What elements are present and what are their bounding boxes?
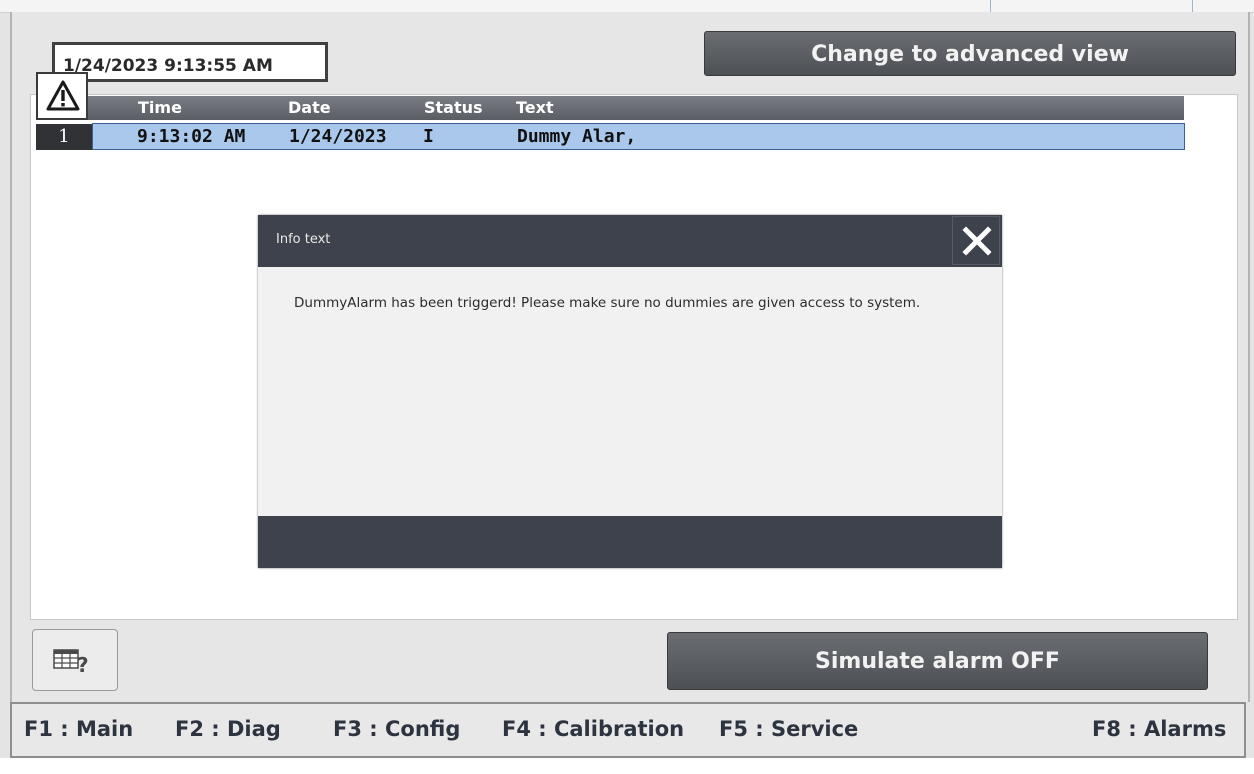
f5-service-key[interactable]: F5 : Service [719, 714, 858, 744]
close-button[interactable] [952, 216, 1000, 265]
f3-config-key[interactable]: F3 : Config [333, 714, 460, 744]
alarm-date: 1/24/2023 [289, 126, 387, 147]
table-row[interactable]: 9:13:02 AM 1/24/2023 I Dummy Alar, [92, 123, 1185, 150]
datetime-display: 1/24/2023 9:13:55 AM [52, 42, 328, 82]
warning-triangle-icon [36, 72, 88, 120]
close-icon [962, 226, 992, 256]
column-header-time[interactable]: Time [138, 96, 182, 120]
column-header-date[interactable]: Date [288, 96, 331, 120]
svg-text:?: ? [77, 653, 89, 676]
table-help-icon: ? [53, 649, 89, 676]
alarm-time: 9:13:02 AM [137, 126, 246, 147]
f2-diag-key[interactable]: F2 : Diag [175, 714, 281, 744]
dialog-title: Info text [276, 232, 331, 247]
f1-main-key[interactable]: F1 : Main [24, 714, 133, 744]
dialog-titlebar: Info text [258, 215, 1002, 267]
change-to-advanced-view-button[interactable]: Change to advanced view [704, 31, 1236, 76]
dialog-message: DummyAlarm has been triggerd! Please mak… [294, 295, 921, 311]
column-header-status[interactable]: Status [424, 96, 483, 120]
f4-calibration-key[interactable]: F4 : Calibration [502, 714, 684, 744]
alarm-status: I [423, 126, 434, 147]
alarm-table-header: Time Date Status Text [36, 96, 1184, 120]
alarm-text: Dummy Alar, [517, 126, 637, 147]
f8-alarms-key[interactable]: F8 : Alarms [1092, 714, 1226, 744]
column-header-text[interactable]: Text [516, 96, 554, 120]
hmi-screen: 1/24/2023 9:13:55 AM Change to advanced … [0, 0, 1254, 774]
bottom-strip [0, 758, 1254, 774]
table-help-button[interactable]: ? [32, 629, 118, 691]
info-text-dialog: Info text DummyAlarm has been triggerd! … [258, 215, 1002, 568]
function-key-bar: F1 : Main F2 : Diag F3 : Config F4 : Cal… [10, 702, 1246, 758]
alarm-row-index[interactable]: 1 [36, 124, 92, 150]
simulate-alarm-off-button[interactable]: Simulate alarm OFF [667, 632, 1208, 690]
dialog-footer [258, 516, 1002, 568]
